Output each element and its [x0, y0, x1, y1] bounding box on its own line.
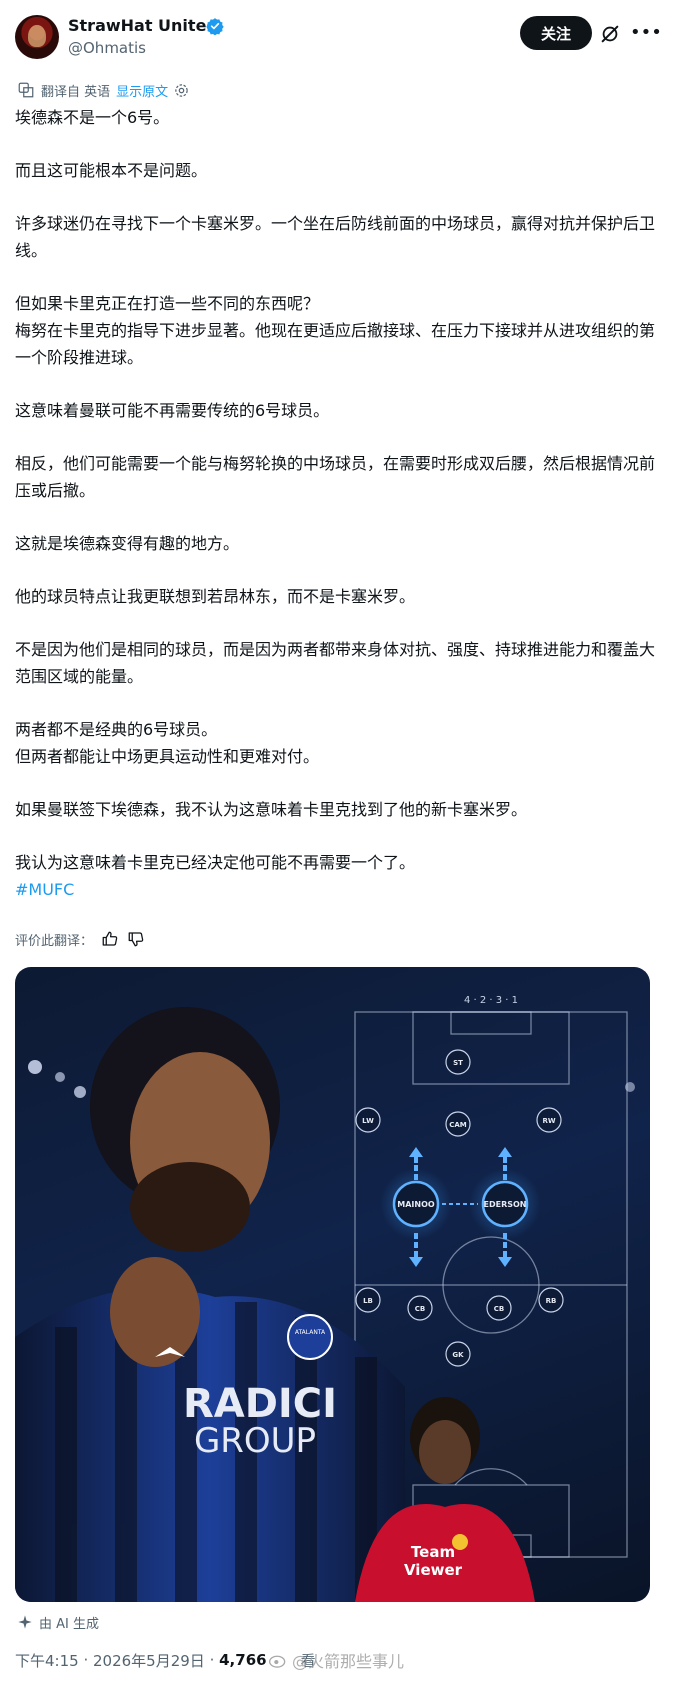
position-label: EDERSON	[484, 1200, 527, 1209]
tweet-paragraph: 而且这可能根本不是问题。	[15, 161, 208, 180]
tweet-paragraph: 但如果卡里克正在打造一些不同的东西呢？ 梅努在卡里克的指导下进步显著。他现在更适…	[15, 294, 656, 367]
tweet-media-image[interactable]: 4 · 2 · 3 · 1 ATALANTA RADICI GROUP Team…	[15, 967, 650, 1602]
position-label: CB	[415, 1305, 425, 1313]
position-label: RB	[546, 1297, 557, 1305]
thumbs-down-icon[interactable]	[127, 930, 145, 948]
translate-icon	[18, 82, 34, 98]
tweet-paragraph: 这就是埃德森变得有趣的地方。	[15, 534, 240, 553]
tweet-paragraph: 相反，他们可能需要一个能与梅努轮换的中场球员，在需要时形成双后腰，然后根据情况前…	[15, 454, 656, 500]
author-handle[interactable]: @Ohmatis	[68, 39, 146, 57]
rate-translation-label: 评价此翻译：	[15, 933, 94, 949]
grok-icon[interactable]	[599, 23, 621, 45]
follow-button[interactable]: 关注	[520, 16, 592, 50]
author-display-name[interactable]: StrawHat United	[68, 16, 218, 36]
tweet-paragraph: 不是因为他们是相同的球员，而是因为两者都带来身体对抗、强度、持球推进能力和覆盖大…	[15, 640, 656, 686]
meta-separator: ·	[78, 1651, 93, 1669]
shirt-sponsor-line-2: GROUP	[194, 1421, 316, 1461]
watermark: @火箭那些事儿	[268, 1648, 404, 1672]
more-icon[interactable]: •••	[630, 22, 662, 44]
settings-gear-icon[interactable]	[174, 83, 189, 98]
position-label: ST	[453, 1059, 463, 1067]
position-label: GK	[452, 1351, 464, 1359]
verified-badge-icon	[206, 18, 224, 35]
meta-separator: ·	[204, 1651, 220, 1669]
tweet-header: StrawHat United @Ohmatis 关注 •••	[0, 0, 694, 70]
position-label: CAM	[449, 1121, 467, 1129]
translation-source-label: 翻译自 英语	[41, 84, 111, 100]
tweet-paragraph: 我认为这意味着卡里克已经决定他可能不再需要一个了。	[15, 853, 416, 872]
view-count: 4,766	[219, 1651, 267, 1669]
weibo-logo-icon	[269, 1655, 286, 1668]
ai-generated-label: 由 AI 生成	[17, 1612, 99, 1632]
ai-generated-text: 由 AI 生成	[39, 1616, 99, 1632]
hashtag-link[interactable]: #MUFC	[15, 876, 655, 903]
tweet-paragraph: 埃德森不是一个6号。	[15, 108, 170, 127]
position-label: MAINOO	[397, 1200, 435, 1209]
watermark-text: @火箭那些事儿	[292, 1652, 405, 1671]
tweet-date[interactable]: 2026年5月29日	[93, 1650, 205, 1671]
club-crest-text: ATALANTA	[295, 1329, 326, 1336]
mu-sponsor-line-1: Team	[411, 1543, 455, 1561]
rate-translation-bar: 评价此翻译：	[15, 928, 145, 950]
media-graphic: 4 · 2 · 3 · 1 ATALANTA RADICI GROUP Team…	[15, 995, 635, 1602]
position-label: LB	[363, 1297, 373, 1305]
mu-sponsor-line-2: Viewer	[404, 1561, 463, 1579]
tweet-paragraph: 如果曼联签下埃德森，我不认为这意味着卡里克找到了他的新卡塞米罗。	[15, 800, 528, 819]
author-avatar[interactable]	[15, 15, 59, 59]
thumbs-up-icon[interactable]	[101, 930, 119, 948]
formation-label: 4 · 2 · 3 · 1	[464, 995, 518, 1006]
tweet-body: 埃德森不是一个6号。 而且这可能根本不是问题。 许多球迷仍在寻找下一个卡塞米罗。…	[15, 104, 655, 903]
tweet-paragraph: 许多球迷仍在寻找下一个卡塞米罗。一个坐在后防线前面的中场球员，赢得对抗并保护后卫…	[15, 214, 656, 260]
sparkle-icon	[18, 1615, 32, 1629]
tweet-time[interactable]: 下午4:15	[15, 1650, 79, 1671]
show-original-link[interactable]: 显示原文	[116, 81, 168, 100]
position-label: CB	[494, 1305, 504, 1313]
tweet-paragraph: 这意味着曼联可能不再需要传统的6号球员。	[15, 401, 330, 420]
position-label: LW	[362, 1117, 374, 1125]
position-label: RW	[542, 1117, 555, 1125]
tweet-paragraph: 他的球员特点让我更联想到若昂林东，而不是卡塞米罗。	[15, 587, 416, 606]
translation-bar: 翻译自 英语 显示原文	[17, 80, 189, 100]
tweet-paragraph: 两者都不是经典的6号球员。 但两者都能让中场更具运动性和更难对付。	[15, 720, 320, 766]
